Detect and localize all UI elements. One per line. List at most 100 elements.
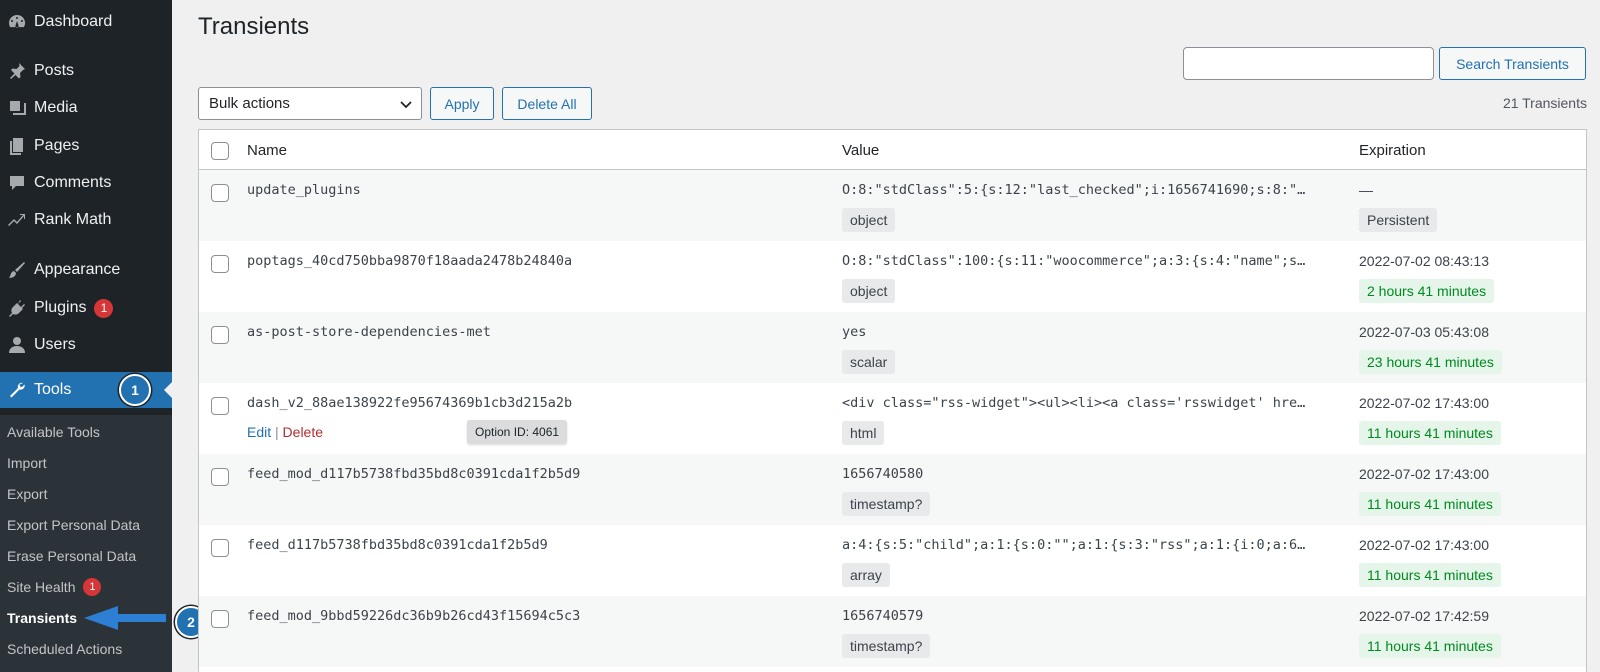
sidebar-item-label: Plugins [34, 299, 87, 316]
main-content: Transients Search Transients Bulk action… [172, 0, 1600, 672]
type-badge: object [842, 208, 896, 232]
submenu-item-scheduled-actions[interactable]: Scheduled Actions [7, 638, 122, 660]
pin-icon [0, 61, 34, 81]
transient-value: <div class="rss-widget"><ul><li><a class… [842, 395, 1306, 411]
sidebar-item-comments[interactable]: Comments [0, 165, 172, 201]
user-icon [0, 335, 34, 355]
table-row: feed_d117b5738fbd35bd8c0391cda1f2b5d9 a:… [199, 525, 1586, 596]
expiration-status-badge: 11 hours 41 minutes [1359, 634, 1501, 658]
delete-all-button[interactable]: Delete All [502, 87, 592, 120]
type-badge: object [842, 279, 896, 303]
apply-button[interactable]: Apply [430, 87, 494, 120]
row-actions-separator: | [275, 424, 279, 440]
sidebar-item-label: Pages [34, 137, 80, 154]
submenu-item-transients[interactable]: Transients [7, 607, 77, 629]
transient-name[interactable]: poptags_40cd750bba9870f18aada2478b24840a [247, 253, 572, 269]
submenu-item-erase-personal-data[interactable]: Erase Personal Data [7, 545, 136, 567]
edit-link[interactable]: Edit [247, 424, 271, 440]
type-badge: array [842, 563, 890, 587]
transient-value: 1656740580 [842, 466, 924, 482]
table-row: dash_v2_88ae138922fe95674369b1cb3d215a2b… [199, 383, 1586, 454]
type-badge: html [842, 421, 885, 445]
sidebar-item-label: Comments [34, 174, 112, 191]
row-checkbox[interactable] [211, 539, 229, 557]
search-transients-button[interactable]: Search Transients [1439, 47, 1586, 80]
transient-name[interactable]: feed_mod_d117b5738fbd35bd8c0391cda1f2b5d… [247, 466, 580, 482]
transient-name[interactable]: feed_mod_9bbd59226dc36b9b26cd43f15694c5c… [247, 608, 580, 624]
expiration-status-badge: Persistent [1359, 208, 1438, 232]
submenu-item-site-health[interactable]: Site Health 1 [7, 576, 102, 598]
tools-submenu: Available Tools Import Export Export Per… [0, 415, 172, 672]
table-row: feed_mod_9bbd59226dc36b9b26cd43f15694c5c… [199, 596, 1586, 667]
transient-value: O:8:"stdClass":5:{s:12:"last_checked";i:… [842, 182, 1306, 198]
comment-icon [0, 173, 34, 193]
plugins-update-badge: 1 [94, 298, 114, 318]
sidebar-item-dashboard[interactable]: Dashboard [0, 4, 172, 40]
table-row: as-post-store-dependencies-met yes scala… [199, 312, 1586, 383]
table-header: Name Value Expiration [199, 130, 1586, 170]
sidebar-item-users[interactable]: Users [0, 327, 172, 363]
submenu-item-available-tools[interactable]: Available Tools [7, 421, 100, 443]
column-header-name[interactable]: Name [247, 142, 287, 159]
transient-value: O:8:"stdClass":100:{s:11:"woocommerce";a… [842, 253, 1306, 269]
table-row: update_plugins O:8:"stdClass":5:{s:12:"l… [199, 170, 1586, 241]
submenu-item-label: Site Health [7, 579, 76, 595]
chevron-down-icon [400, 100, 412, 108]
sidebar-item-plugins[interactable]: Plugins 1 [0, 290, 172, 326]
expiration-status-badge: 11 hours 41 minutes [1359, 421, 1501, 445]
row-checkbox[interactable] [211, 255, 229, 273]
type-badge: timestamp? [842, 492, 931, 516]
sidebar-item-label: Posts [34, 62, 75, 79]
expiration-date: 2022-07-02 17:43:00 [1359, 395, 1489, 411]
sidebar-item-label: Dashboard [34, 13, 113, 30]
type-badge: timestamp? [842, 634, 931, 658]
media-icon [0, 98, 34, 118]
submenu-item-export[interactable]: Export [7, 483, 47, 505]
expiration-status-badge: 23 hours 41 minutes [1359, 350, 1502, 374]
row-checkbox[interactable] [211, 468, 229, 486]
transient-name[interactable]: dash_v2_88ae138922fe95674369b1cb3d215a2b [247, 395, 572, 411]
column-header-expiration[interactable]: Expiration [1359, 142, 1426, 159]
row-checkbox[interactable] [211, 184, 229, 202]
submenu-item-export-personal-data[interactable]: Export Personal Data [7, 514, 140, 536]
sidebar-item-media[interactable]: Media [0, 90, 172, 126]
column-header-value[interactable]: Value [842, 142, 879, 159]
row-checkbox[interactable] [211, 326, 229, 344]
search-input[interactable] [1183, 47, 1434, 80]
sidebar-item-pages[interactable]: Pages [0, 128, 172, 164]
transient-name[interactable]: feed_d117b5738fbd35bd8c0391cda1f2b5d9 [247, 537, 548, 553]
plug-icon [0, 298, 34, 318]
submenu-item-import[interactable]: Import [7, 452, 47, 474]
sidebar-item-rank-math[interactable]: Rank Math [0, 202, 172, 238]
pages-icon [0, 136, 34, 156]
expiration-date: 2022-07-02 08:43:13 [1359, 253, 1489, 269]
transient-value: a:4:{s:5:"child";a:1:{s:0:"";a:1:{s:3:"r… [842, 537, 1306, 553]
expiration-date: 2022-07-02 17:43:00 [1359, 537, 1489, 553]
select-all-checkbox[interactable] [211, 142, 229, 160]
transient-name[interactable]: update_plugins [247, 182, 361, 198]
row-actions: Edit | Delete [247, 424, 323, 440]
sidebar-item-appearance[interactable]: Appearance [0, 252, 172, 288]
table-row: feed_mod_d117b5738fbd35bd8c0391cda1f2b5d… [199, 454, 1586, 525]
active-menu-pointer [164, 382, 172, 398]
row-checkbox[interactable] [211, 610, 229, 628]
table-row: poptags_40cd750bba9870f18aada2478b24840a… [199, 241, 1586, 312]
admin-sidebar: Dashboard Posts Media Pages Comments Ran… [0, 0, 172, 672]
bulk-actions-select[interactable]: Bulk actions [198, 87, 422, 120]
sidebar-item-label: Tools [34, 381, 72, 398]
wrench-icon [0, 380, 34, 400]
site-health-badge: 1 [83, 578, 102, 596]
expiration-date: 2022-07-03 05:43:08 [1359, 324, 1489, 340]
expiration-date: — [1359, 182, 1373, 198]
row-checkbox[interactable] [211, 397, 229, 415]
sidebar-item-posts[interactable]: Posts [0, 53, 172, 89]
delete-link[interactable]: Delete [283, 424, 323, 440]
expiration-date: 2022-07-02 17:43:00 [1359, 466, 1489, 482]
transient-value: yes [842, 324, 867, 340]
expiration-date: 2022-07-02 17:42:59 [1359, 608, 1489, 624]
expiration-status-badge: 11 hours 41 minutes [1359, 563, 1501, 587]
brush-icon [0, 260, 34, 280]
transient-name[interactable]: as-post-store-dependencies-met [247, 324, 491, 340]
option-id-tooltip: Option ID: 4061 [467, 420, 568, 444]
sidebar-item-label: Appearance [34, 261, 121, 278]
